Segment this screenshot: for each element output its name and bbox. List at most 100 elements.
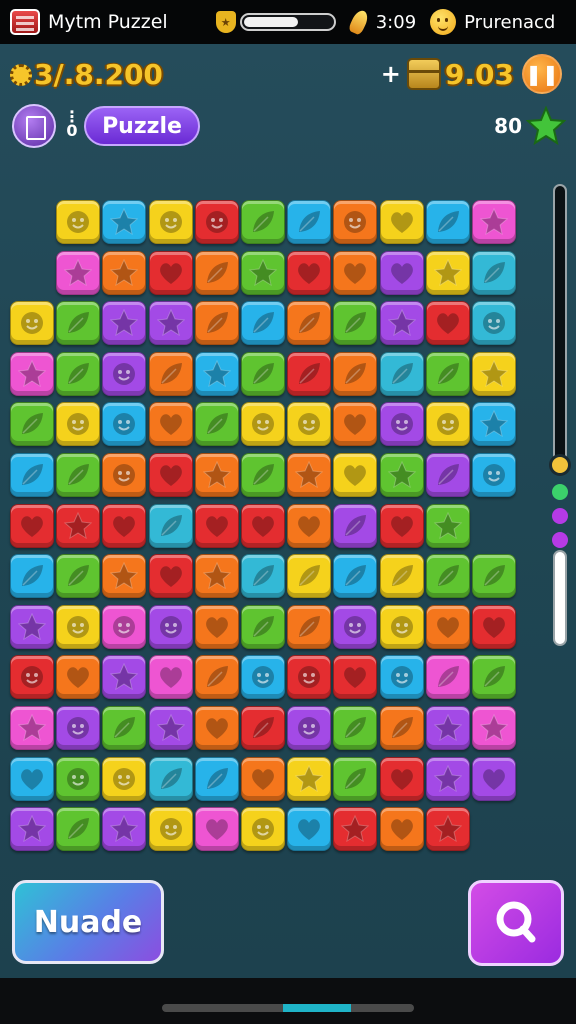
pause-button[interactable]: ❚❚ bbox=[522, 54, 562, 94]
game-tile-face[interactable] bbox=[102, 756, 147, 801]
game-tile-leaf[interactable] bbox=[56, 554, 101, 599]
game-tile-face[interactable] bbox=[241, 655, 285, 700]
game-tile-star[interactable] bbox=[102, 807, 147, 852]
search-button[interactable] bbox=[468, 880, 564, 966]
game-tile-face[interactable] bbox=[472, 453, 516, 497]
game-tile-leaf[interactable] bbox=[194, 402, 239, 447]
game-tile-leaf[interactable] bbox=[425, 200, 470, 244]
game-tile-star[interactable] bbox=[472, 402, 516, 447]
game-tile-leaf[interactable] bbox=[194, 655, 239, 700]
game-tile-heart[interactable] bbox=[425, 604, 470, 649]
game-tile-face[interactable] bbox=[102, 453, 147, 497]
game-tile-leaf[interactable] bbox=[56, 807, 101, 852]
game-tile-leaf[interactable] bbox=[148, 756, 193, 801]
game-tile-star[interactable] bbox=[287, 756, 332, 801]
game-tile-star[interactable] bbox=[102, 301, 147, 346]
game-tile-leaf[interactable] bbox=[241, 453, 285, 497]
game-tile-heart[interactable] bbox=[379, 807, 424, 852]
game-tile-star[interactable] bbox=[194, 351, 239, 396]
game-tile-star[interactable] bbox=[472, 706, 516, 750]
game-tile-heart[interactable] bbox=[379, 200, 424, 244]
game-tile-face[interactable] bbox=[10, 655, 54, 700]
game-tile-face[interactable] bbox=[241, 402, 285, 447]
game-tile-face[interactable] bbox=[333, 200, 378, 244]
game-tile-heart[interactable] bbox=[194, 807, 239, 852]
game-tile-star[interactable] bbox=[102, 554, 147, 599]
game-tile-star[interactable] bbox=[379, 453, 424, 497]
game-tile-face[interactable] bbox=[333, 604, 378, 649]
game-tile-star[interactable] bbox=[425, 503, 470, 548]
game-tile-leaf[interactable] bbox=[333, 503, 378, 548]
game-tile-star[interactable] bbox=[102, 200, 147, 244]
game-tile-face[interactable] bbox=[102, 402, 147, 447]
game-tile-leaf[interactable] bbox=[148, 351, 193, 396]
game-tile-heart[interactable] bbox=[241, 756, 285, 801]
game-tile-heart[interactable] bbox=[333, 402, 378, 447]
game-tile-heart[interactable] bbox=[379, 756, 424, 801]
nuade-button[interactable]: Nuade bbox=[12, 880, 164, 964]
game-tile-heart[interactable] bbox=[102, 503, 147, 548]
game-tile-face[interactable] bbox=[379, 402, 424, 447]
puzzle-mode-button[interactable]: Puzzle bbox=[84, 106, 200, 146]
game-tile-face[interactable] bbox=[379, 655, 424, 700]
game-tile-leaf[interactable] bbox=[287, 604, 332, 649]
game-tile-heart[interactable] bbox=[379, 503, 424, 548]
game-tile-leaf[interactable] bbox=[425, 554, 470, 599]
game-tile-leaf[interactable] bbox=[102, 706, 147, 750]
game-tile-face[interactable] bbox=[194, 200, 239, 244]
game-tile-star[interactable] bbox=[194, 554, 239, 599]
game-tile-face[interactable] bbox=[102, 604, 147, 649]
game-tile-star[interactable] bbox=[194, 453, 239, 497]
game-tile-star[interactable] bbox=[102, 250, 147, 295]
game-tile-leaf[interactable] bbox=[241, 706, 285, 750]
game-tile-leaf[interactable] bbox=[472, 655, 516, 700]
game-tile-star[interactable] bbox=[148, 301, 193, 346]
game-tile-face[interactable] bbox=[56, 402, 101, 447]
game-tile-leaf[interactable] bbox=[425, 655, 470, 700]
game-tile-leaf[interactable] bbox=[287, 554, 332, 599]
game-tile-heart[interactable] bbox=[148, 554, 193, 599]
game-tile-leaf[interactable] bbox=[472, 250, 516, 295]
game-tile-leaf[interactable] bbox=[194, 250, 239, 295]
game-tile-star[interactable] bbox=[333, 807, 378, 852]
game-tile-face[interactable] bbox=[425, 402, 470, 447]
game-tile-leaf[interactable] bbox=[379, 706, 424, 750]
game-tile-face[interactable] bbox=[241, 807, 285, 852]
game-tile-heart[interactable] bbox=[194, 604, 239, 649]
game-tile-leaf[interactable] bbox=[287, 301, 332, 346]
game-tile-star[interactable] bbox=[10, 604, 54, 649]
game-tile-face[interactable] bbox=[379, 604, 424, 649]
game-tile-heart[interactable] bbox=[148, 250, 193, 295]
home-indicator-bar[interactable] bbox=[162, 1004, 414, 1012]
game-tile-heart[interactable] bbox=[287, 250, 332, 295]
game-tile-face[interactable] bbox=[472, 301, 516, 346]
game-tile-star[interactable] bbox=[56, 503, 101, 548]
game-tile-heart[interactable] bbox=[287, 807, 332, 852]
game-tile-face[interactable] bbox=[287, 706, 332, 750]
game-tile-leaf[interactable] bbox=[194, 756, 239, 801]
game-tile-leaf[interactable] bbox=[333, 756, 378, 801]
game-tile-leaf[interactable] bbox=[241, 301, 285, 346]
game-tile-leaf[interactable] bbox=[333, 554, 378, 599]
game-tile-leaf[interactable] bbox=[241, 554, 285, 599]
game-tile-leaf[interactable] bbox=[333, 351, 378, 396]
game-tile-heart[interactable] bbox=[425, 301, 470, 346]
game-tile-heart[interactable] bbox=[333, 453, 378, 497]
game-tile-face[interactable] bbox=[287, 655, 332, 700]
game-tile-leaf[interactable] bbox=[472, 554, 516, 599]
premium-label[interactable]: Prurenacd bbox=[464, 12, 555, 33]
game-tile-face[interactable] bbox=[56, 604, 101, 649]
game-tile-heart[interactable] bbox=[148, 453, 193, 497]
game-tile-star[interactable] bbox=[425, 756, 470, 801]
game-tile-star[interactable] bbox=[425, 706, 470, 750]
game-tile-leaf[interactable] bbox=[148, 503, 193, 548]
game-tile-leaf[interactable] bbox=[241, 604, 285, 649]
game-tile-heart[interactable] bbox=[379, 250, 424, 295]
game-tile-heart[interactable] bbox=[472, 756, 516, 801]
game-tile-leaf[interactable] bbox=[56, 301, 101, 346]
game-tile-face[interactable] bbox=[102, 351, 147, 396]
game-tile-leaf[interactable] bbox=[56, 453, 101, 497]
game-tile-leaf[interactable] bbox=[194, 301, 239, 346]
game-tile-star[interactable] bbox=[56, 250, 101, 295]
game-tile-face[interactable] bbox=[148, 200, 193, 244]
